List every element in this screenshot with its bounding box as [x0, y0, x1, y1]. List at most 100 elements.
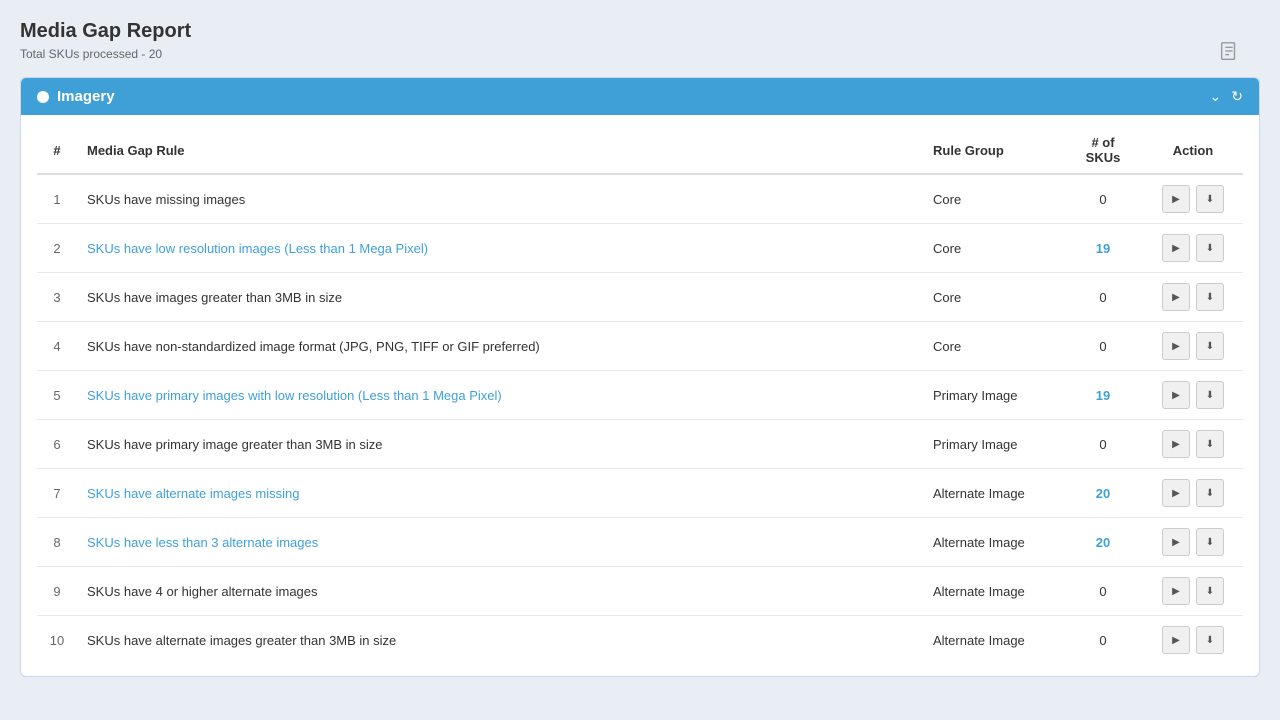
row-num: 6 [37, 420, 77, 469]
row-action [1143, 224, 1243, 273]
rule-text: SKUs have non-standardized image format … [87, 339, 540, 354]
row-num: 2 [37, 224, 77, 273]
page-title: Media Gap Report [20, 20, 1260, 43]
download-button[interactable] [1196, 234, 1224, 262]
row-group: Core [923, 273, 1063, 322]
imagery-card: Imagery ⌄ ↻ # Media Gap Rule Rule Group … [20, 77, 1260, 677]
row-rule: SKUs have alternate images missing [77, 469, 923, 518]
row-action [1143, 567, 1243, 616]
rule-link[interactable]: SKUs have less than 3 alternate images [87, 535, 318, 550]
rule-text: SKUs have missing images [87, 192, 245, 207]
export-button[interactable] [1218, 40, 1240, 65]
col-skus: # of SKUs [1063, 127, 1143, 174]
play-button[interactable] [1162, 528, 1190, 556]
play-button[interactable] [1162, 185, 1190, 213]
row-action [1143, 322, 1243, 371]
table-row: 6 SKUs have primary image greater than 3… [37, 420, 1243, 469]
row-rule: SKUs have alternate images greater than … [77, 616, 923, 665]
row-skus: 20 [1063, 518, 1143, 567]
row-group: Alternate Image [923, 469, 1063, 518]
section-title: Imagery [57, 88, 115, 105]
play-button[interactable] [1162, 577, 1190, 605]
row-group: Core [923, 174, 1063, 224]
download-button[interactable] [1196, 528, 1224, 556]
row-num: 4 [37, 322, 77, 371]
row-rule: SKUs have images greater than 3MB in siz… [77, 273, 923, 322]
row-group: Core [923, 224, 1063, 273]
play-button[interactable] [1162, 430, 1190, 458]
table-row: 1 SKUs have missing images Core 0 [37, 174, 1243, 224]
row-rule: SKUs have primary images with low resolu… [77, 371, 923, 420]
row-num: 10 [37, 616, 77, 665]
row-rule: SKUs have missing images [77, 174, 923, 224]
download-button[interactable] [1196, 577, 1224, 605]
play-button[interactable] [1162, 234, 1190, 262]
row-rule: SKUs have primary image greater than 3MB… [77, 420, 923, 469]
table-row: 7 SKUs have alternate images missing Alt… [37, 469, 1243, 518]
row-skus: 19 [1063, 224, 1143, 273]
row-action [1143, 469, 1243, 518]
collapse-button[interactable]: ⌄ [1210, 88, 1222, 105]
row-group: Primary Image [923, 420, 1063, 469]
row-rule: SKUs have 4 or higher alternate images [77, 567, 923, 616]
table-row: 8 SKUs have less than 3 alternate images… [37, 518, 1243, 567]
table-row: 2 SKUs have low resolution images (Less … [37, 224, 1243, 273]
row-rule: SKUs have non-standardized image format … [77, 322, 923, 371]
row-group: Alternate Image [923, 616, 1063, 665]
row-num: 3 [37, 273, 77, 322]
row-group: Alternate Image [923, 518, 1063, 567]
download-button[interactable] [1196, 626, 1224, 654]
row-num: 7 [37, 469, 77, 518]
table-row: 5 SKUs have primary images with low reso… [37, 371, 1243, 420]
download-button[interactable] [1196, 430, 1224, 458]
row-skus: 0 [1063, 616, 1143, 665]
row-action [1143, 273, 1243, 322]
play-button[interactable] [1162, 626, 1190, 654]
row-num: 9 [37, 567, 77, 616]
page-subtitle: Total SKUs processed - 20 [20, 47, 1260, 61]
table-row: 10 SKUs have alternate images greater th… [37, 616, 1243, 665]
row-num: 8 [37, 518, 77, 567]
rule-text: SKUs have primary image greater than 3MB… [87, 437, 383, 452]
row-skus: 20 [1063, 469, 1143, 518]
row-group: Core [923, 322, 1063, 371]
row-action [1143, 174, 1243, 224]
table-container: # Media Gap Rule Rule Group # of SKUs Ac… [21, 115, 1259, 676]
rule-text: SKUs have alternate images greater than … [87, 633, 396, 648]
rule-link[interactable]: SKUs have primary images with low resolu… [87, 388, 502, 403]
play-button[interactable] [1162, 479, 1190, 507]
col-rule: Media Gap Rule [77, 127, 923, 174]
header-dot-icon [37, 91, 49, 103]
row-group: Primary Image [923, 371, 1063, 420]
rule-text: SKUs have 4 or higher alternate images [87, 584, 318, 599]
table-row: 4 SKUs have non-standardized image forma… [37, 322, 1243, 371]
download-button[interactable] [1196, 185, 1224, 213]
row-rule: SKUs have low resolution images (Less th… [77, 224, 923, 273]
rule-link[interactable]: SKUs have alternate images missing [87, 486, 299, 501]
col-action: Action [1143, 127, 1243, 174]
row-skus: 0 [1063, 567, 1143, 616]
download-button[interactable] [1196, 283, 1224, 311]
row-skus: 0 [1063, 322, 1143, 371]
card-header: Imagery ⌄ ↻ [21, 78, 1259, 115]
play-button[interactable] [1162, 332, 1190, 360]
rule-link[interactable]: SKUs have low resolution images (Less th… [87, 241, 428, 256]
download-button[interactable] [1196, 332, 1224, 360]
play-button[interactable] [1162, 283, 1190, 311]
row-group: Alternate Image [923, 567, 1063, 616]
row-rule: SKUs have less than 3 alternate images [77, 518, 923, 567]
download-button[interactable] [1196, 381, 1224, 409]
row-action [1143, 371, 1243, 420]
refresh-button[interactable]: ↻ [1231, 88, 1243, 105]
row-skus: 0 [1063, 420, 1143, 469]
row-skus: 19 [1063, 371, 1143, 420]
table-row: 9 SKUs have 4 or higher alternate images… [37, 567, 1243, 616]
play-button[interactable] [1162, 381, 1190, 409]
download-button[interactable] [1196, 479, 1224, 507]
row-skus: 0 [1063, 273, 1143, 322]
row-num: 5 [37, 371, 77, 420]
rule-text: SKUs have images greater than 3MB in siz… [87, 290, 342, 305]
col-group: Rule Group [923, 127, 1063, 174]
table-row: 3 SKUs have images greater than 3MB in s… [37, 273, 1243, 322]
row-action [1143, 420, 1243, 469]
